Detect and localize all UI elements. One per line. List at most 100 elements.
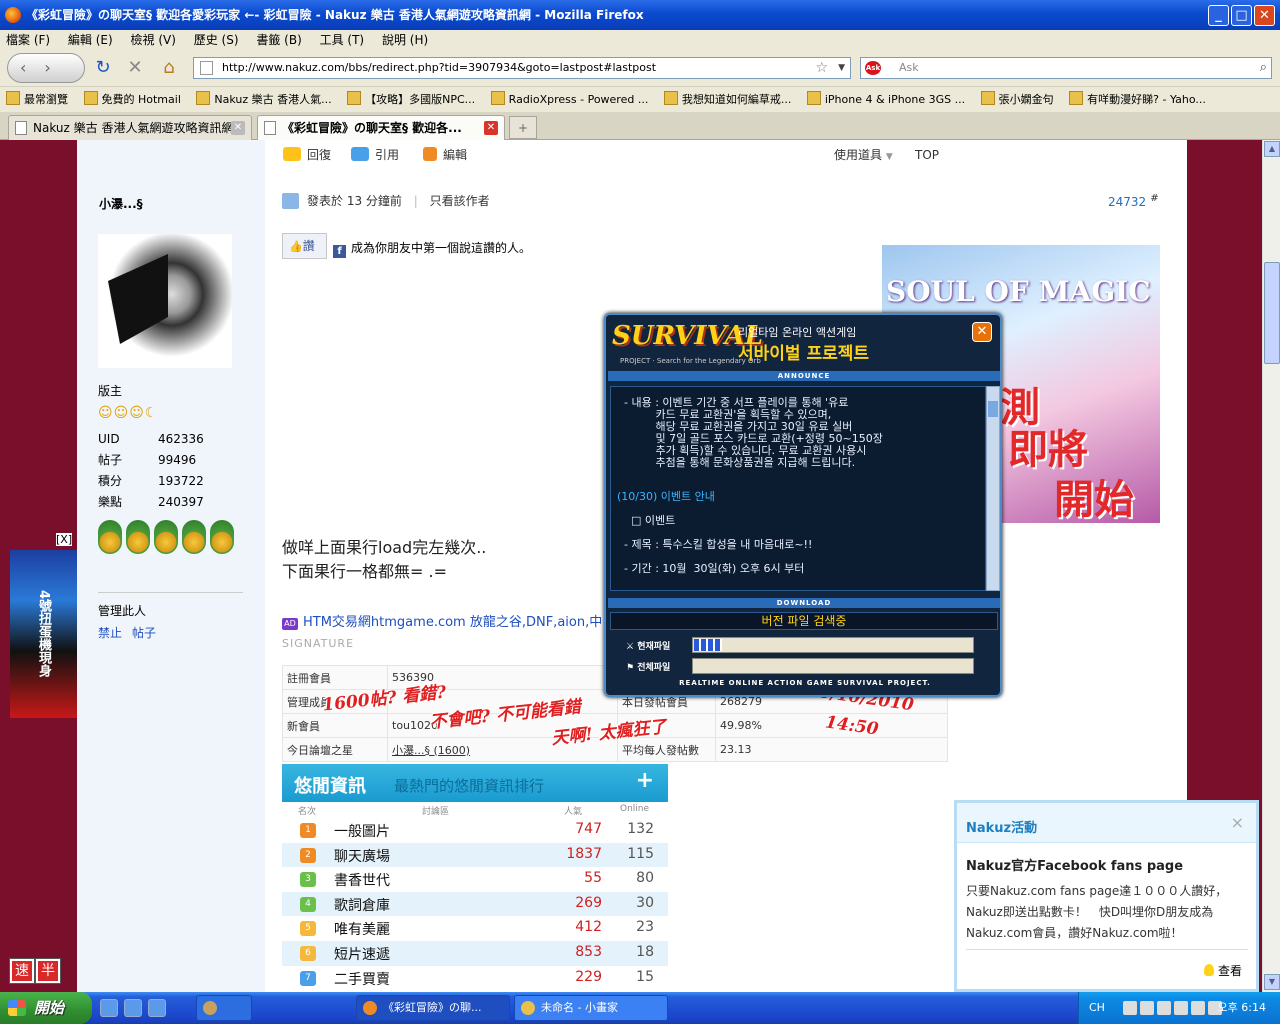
menu-file[interactable]: 檔案 (F) (6, 33, 50, 47)
side-ad-banner[interactable]: 4號扭蛋機現身 (10, 550, 77, 718)
tab-nakuz-home[interactable]: Nakuz 樂古 香港人氣網遊攻略資訊網 ✕ (8, 115, 252, 140)
medal-icon[interactable] (210, 520, 234, 554)
rank-number: 3 (300, 872, 316, 888)
bookmark-item[interactable]: 【攻略】多國版NPC... (347, 87, 475, 112)
top-link[interactable]: TOP (915, 142, 939, 168)
start-button[interactable]: 開始 (0, 992, 92, 1024)
bookmark-item[interactable]: 我想知道如何編草戒... (664, 87, 792, 112)
menu-history[interactable]: 歷史 (S) (194, 33, 239, 47)
posts-link[interactable]: 帖子 (132, 626, 156, 640)
close-tab-icon[interactable]: ✕ (231, 121, 245, 135)
list-item[interactable]: 1 一般圖片 747 132 (282, 818, 668, 843)
search-box[interactable]: Ask Ask ⌕ (860, 57, 1272, 79)
announce-scrollbar[interactable] (986, 386, 1000, 591)
bookmark-item[interactable]: 有咩動漫好睇? - Yaho... (1069, 87, 1206, 112)
close-tab-icon[interactable]: ✕ (484, 121, 498, 135)
nakuz-title[interactable]: Nakuz官方Facebook fans page (966, 855, 1183, 874)
like-button[interactable]: 👍讚 (282, 233, 327, 259)
side-ad-close[interactable]: [X] (56, 533, 73, 546)
quote-button[interactable]: 引用 (351, 142, 399, 168)
maximize-button[interactable]: □ (1231, 5, 1252, 26)
menu-tools[interactable]: 工具 (T) (320, 33, 365, 47)
home-icon[interactable]: ⌂ (152, 54, 186, 82)
outlook-icon[interactable] (124, 999, 142, 1017)
bookmark-item[interactable]: 張小嫻金句 (981, 87, 1054, 112)
tray-icon[interactable] (1191, 1001, 1205, 1015)
clock[interactable]: 오후 6:14 (1218, 992, 1266, 1024)
author-name[interactable]: 小瀑...§ (99, 195, 143, 212)
board-name[interactable]: 一般圖片 (334, 821, 390, 841)
window-titlebar[interactable]: 《彩虹冒險》の聊天室§ 歡迎各愛彩玩家 ←- 彩虹冒險 - Nakuz 樂古 香… (0, 0, 1280, 30)
tray-icon[interactable] (1174, 1001, 1188, 1015)
online-count: 15 (636, 968, 654, 985)
medal-icon[interactable] (126, 520, 150, 554)
list-item[interactable]: 5 唯有美麗 412 23 (282, 916, 668, 941)
language-indicator[interactable]: CH (1089, 992, 1105, 1024)
board-name[interactable]: 二手買賣 (334, 969, 390, 989)
list-item[interactable]: 7 二手買賣 229 15 (282, 966, 668, 991)
view-link[interactable]: 查看 (1204, 962, 1242, 979)
scroll-up-icon[interactable]: ▲ (1264, 141, 1280, 157)
bookmark-item[interactable]: 最常瀏覽 (6, 87, 68, 112)
taskbar-item-paint[interactable]: 未命名 - 小畫家 (514, 995, 668, 1021)
medal-icon[interactable] (182, 520, 206, 554)
close-icon[interactable]: × (1231, 813, 1244, 832)
url-bar[interactable]: http://www.nakuz.com/bbs/redirect.php?ti… (193, 57, 851, 79)
board-name[interactable]: 書香世代 (334, 870, 390, 890)
taskbar-item-firefox[interactable]: 《彩虹冒險》の聊... (356, 995, 510, 1021)
board-name[interactable]: 聊天廣場 (334, 846, 390, 866)
search-icon[interactable]: ⌕ (1260, 58, 1267, 78)
htm-ad-link[interactable]: AD HTM交易網htmgame.com 放龍之谷,DNF,aion,中 (282, 611, 602, 630)
list-item[interactable]: 6 短片速遞 853 18 (282, 940, 668, 966)
menu-edit[interactable]: 編輯 (E) (68, 33, 113, 47)
close-icon[interactable]: ✕ (972, 322, 992, 342)
new-tab-button[interactable]: + (509, 116, 537, 139)
tab-chatroom[interactable]: 《彩虹冒險》の聊天室§ 歡迎各... ✕ (257, 115, 505, 140)
announce-text: - 내용 : 이벤트 기간 중 서프 플레이를 통해 '유료 카드 무료 교환권… (610, 386, 986, 591)
half-button[interactable]: 半 (35, 958, 61, 984)
list-item[interactable]: 2 聊天廣場 1837 115 (282, 842, 668, 868)
menu-help[interactable]: 說明 (H) (382, 33, 428, 47)
app-icon[interactable] (196, 995, 252, 1021)
bookmark-star-icon[interactable]: ☆ (815, 58, 828, 78)
minimize-button[interactable]: _ (1208, 5, 1229, 26)
close-button[interactable]: ✕ (1254, 5, 1275, 26)
ask-engine-icon[interactable]: Ask (865, 61, 881, 75)
scroll-down-icon[interactable]: ▼ (1264, 974, 1280, 990)
url-dropdown-icon[interactable]: ▼ (838, 58, 845, 78)
survival-project-launcher: SURVIVAL PROJECT · Search for the Legend… (604, 313, 1002, 697)
post-number[interactable]: 24732 # (1108, 193, 1159, 209)
menu-view[interactable]: 檢視 (V) (131, 33, 176, 47)
tray-icon[interactable] (1123, 1001, 1137, 1015)
scroll-thumb[interactable] (988, 401, 998, 417)
reload-icon[interactable]: ↻ (86, 54, 120, 82)
medal-icon[interactable] (154, 520, 178, 554)
ban-link[interactable]: 禁止 (98, 626, 122, 640)
board-name[interactable]: 短片速遞 (334, 944, 390, 964)
board-name[interactable]: 唯有美麗 (334, 919, 390, 939)
expand-button[interactable]: + (636, 768, 654, 793)
back-forward-buttons[interactable]: ‹› (7, 53, 85, 83)
tray-icon[interactable] (1157, 1001, 1171, 1015)
tools-menu[interactable]: 使用道具 ▼ (834, 142, 893, 170)
bookmark-item[interactable]: RadioXpress - Powered ... (491, 87, 649, 112)
scroll-thumb[interactable] (1264, 262, 1280, 364)
tray-icon[interactable] (1140, 1001, 1154, 1015)
page-scrollbar[interactable]: ▲ ▼ (1262, 140, 1280, 992)
reply-button[interactable]: 回復 (283, 142, 331, 168)
bookmark-item[interactable]: Nakuz 樂古 香港人氣... (196, 87, 331, 112)
stop-icon[interactable]: ✕ (118, 54, 152, 82)
avatar[interactable] (98, 234, 232, 368)
edit-button[interactable]: 編輯 (423, 142, 467, 168)
list-item[interactable]: 3 書香世代 55 80 (282, 867, 668, 892)
only-author-link[interactable]: 只看該作者 (430, 194, 490, 208)
medal-icon[interactable] (98, 520, 122, 554)
bookmark-item[interactable]: 免費的 Hotmail (84, 87, 181, 112)
ie-icon[interactable] (100, 999, 118, 1017)
board-name[interactable]: 歌詞倉庫 (334, 895, 390, 915)
menu-bookmarks[interactable]: 書籤 (B) (256, 33, 301, 47)
list-item[interactable]: 4 歌詞倉庫 269 30 (282, 891, 668, 917)
bookmark-item[interactable]: iPhone 4 & iPhone 3GS ... (807, 87, 965, 112)
speed-button[interactable]: 速 (9, 958, 35, 984)
desktop-icon[interactable] (148, 999, 166, 1017)
